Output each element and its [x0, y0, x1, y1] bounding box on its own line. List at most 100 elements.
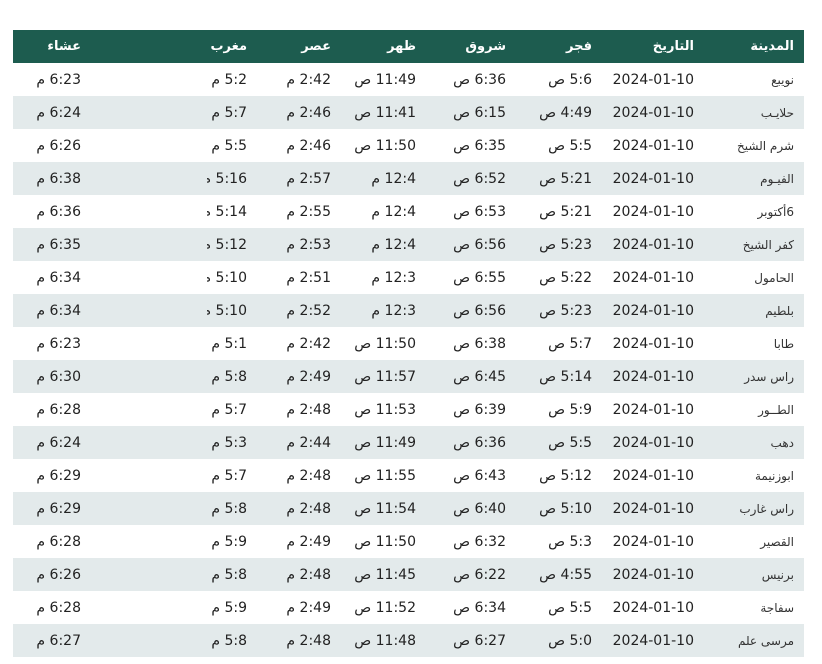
cell-isha: 6:26 م	[13, 558, 207, 591]
cell-dhuhr: 11:50 ص	[354, 533, 416, 550]
cell-date: 2024-01-10	[612, 71, 694, 88]
cell-asr: 2:44 م	[286, 434, 331, 451]
cell-maghrib: 5:14 م	[207, 203, 247, 220]
cell-isha: 6:38 م	[13, 162, 207, 195]
cell-city: نويبع	[771, 72, 794, 87]
cell-fajr: 5:23 ص	[539, 236, 592, 253]
cell-maghrib: 5:9 م	[211, 533, 247, 550]
cell-asr: 2:51 م	[286, 269, 331, 286]
prayer-times-table: المدينة التاريخ فجر شروق ظهر عصر مغرب عش…	[13, 30, 804, 657]
cell-asr: 2:42 م	[286, 71, 331, 88]
cell-asr: 2:46 م	[286, 137, 331, 154]
table-row: الطــور 2024-01-10 5:9 ص 6:39 ص 11:53 ص …	[13, 393, 804, 426]
cell-fajr: 5:23 ص	[539, 302, 592, 319]
cell-date: 2024-01-10	[612, 137, 694, 154]
table-row: سفاجة 2024-01-10 5:5 ص 6:34 ص 11:52 ص 2:…	[13, 591, 804, 624]
cell-city: كفر الشيخ	[742, 237, 794, 252]
cell-maghrib: 5:8 م	[211, 632, 247, 649]
cell-asr: 2:48 م	[286, 500, 331, 517]
cell-isha: 6:35 م	[13, 228, 207, 261]
cell-fajr: 5:9 ص	[548, 401, 592, 418]
cell-sunrise: 6:35 ص	[453, 137, 506, 154]
header-isha: عشاء	[13, 30, 207, 63]
cell-asr: 2:49 م	[286, 533, 331, 550]
table-row: القصير 2024-01-10 5:3 ص 6:32 ص 11:50 ص 2…	[13, 525, 804, 558]
cell-maghrib: 5:8 م	[211, 368, 247, 385]
cell-city: حلايـب	[760, 105, 794, 120]
cell-sunrise: 6:45 ص	[453, 368, 506, 385]
cell-date: 2024-01-10	[612, 599, 694, 616]
cell-sunrise: 6:53 ص	[453, 203, 506, 220]
cell-city: راس غارب	[739, 501, 794, 516]
cell-isha-value: 6:24 م	[36, 104, 81, 121]
table-row: شرم الشيخ 2024-01-10 5:5 ص 6:35 ص 11:50 …	[13, 129, 804, 162]
cell-isha-value: 6:29 م	[36, 500, 81, 517]
cell-date: 2024-01-10	[612, 368, 694, 385]
header-dhuhr: ظهر	[387, 39, 416, 54]
header-sunrise: شروق	[465, 39, 506, 54]
cell-asr: 2:49 م	[286, 368, 331, 385]
cell-asr: 2:53 م	[286, 236, 331, 253]
cell-asr: 2:49 م	[286, 599, 331, 616]
cell-isha-value: 6:28 م	[36, 401, 81, 418]
cell-date: 2024-01-10	[612, 401, 694, 418]
cell-date: 2024-01-10	[612, 203, 694, 220]
cell-fajr: 5:5 ص	[548, 137, 592, 154]
cell-isha-value: 6:30 م	[36, 368, 81, 385]
cell-date: 2024-01-10	[612, 566, 694, 583]
cell-maghrib: 5:10 م	[207, 269, 247, 286]
header-date: التاريخ	[652, 39, 694, 54]
cell-maghrib: 5:7 م	[211, 401, 247, 418]
cell-city: بلطيم	[765, 303, 794, 318]
header-fajr: فجر	[566, 39, 592, 54]
cell-maghrib: 5:7 م	[211, 104, 247, 121]
cell-dhuhr: 11:52 ص	[354, 599, 416, 616]
cell-fajr: 5:21 ص	[539, 203, 592, 220]
cell-sunrise: 6:55 ص	[453, 269, 506, 286]
prayer-times-table-container: المدينة التاريخ فجر شروق ظهر عصر مغرب عش…	[13, 30, 804, 657]
cell-city: راس سدر	[744, 369, 794, 384]
table-row: برنيس 2024-01-10 4:55 ص 6:22 ص 11:45 ص 2…	[13, 558, 804, 591]
header-maghrib: مغرب	[210, 39, 247, 54]
cell-fajr: 5:0 ص	[548, 632, 592, 649]
cell-asr: 2:42 م	[286, 335, 331, 352]
table-row: دهب 2024-01-10 5:5 ص 6:36 ص 11:49 ص 2:44…	[13, 426, 804, 459]
cell-sunrise: 6:34 ص	[453, 599, 506, 616]
cell-asr: 2:48 م	[286, 401, 331, 418]
cell-fajr: 5:6 ص	[548, 71, 592, 88]
cell-asr: 2:46 م	[286, 104, 331, 121]
cell-isha: 6:23 م	[13, 327, 207, 360]
cell-isha: 6:29 م	[13, 492, 207, 525]
cell-date: 2024-01-10	[612, 236, 694, 253]
table-body: نويبع 2024-01-10 5:6 ص 6:36 ص 11:49 ص 2:…	[13, 63, 804, 657]
cell-isha: 6:30 م	[13, 360, 207, 393]
cell-city: القصير	[760, 534, 794, 549]
cell-date: 2024-01-10	[612, 467, 694, 484]
cell-maghrib: 5:16 م	[207, 170, 247, 187]
cell-sunrise: 6:40 ص	[453, 500, 506, 517]
cell-asr: 2:48 م	[286, 467, 331, 484]
cell-isha: 6:28 م	[13, 525, 207, 558]
cell-fajr: 5:21 ص	[539, 170, 592, 187]
cell-isha-value: 6:24 م	[36, 434, 81, 451]
cell-maghrib: 5:5 م	[211, 137, 247, 154]
cell-maghrib: 5:8 م	[211, 566, 247, 583]
header-row: المدينة التاريخ فجر شروق ظهر عصر مغرب عش…	[13, 30, 804, 63]
cell-city: ابوزنيمة	[755, 468, 794, 483]
cell-isha-value: 6:28 م	[36, 533, 81, 550]
cell-dhuhr: 11:45 ص	[354, 566, 416, 583]
cell-date: 2024-01-10	[612, 533, 694, 550]
cell-fajr: 5:12 ص	[539, 467, 592, 484]
cell-maghrib: 5:2 م	[211, 71, 247, 88]
cell-isha: 6:24 م	[13, 426, 207, 459]
cell-asr: 2:57 م	[286, 170, 331, 187]
cell-maghrib: 5:8 م	[211, 500, 247, 517]
header-city: المدينة	[750, 39, 794, 54]
cell-fajr: 5:22 ص	[539, 269, 592, 286]
cell-sunrise: 6:52 ص	[453, 170, 506, 187]
cell-dhuhr: 11:54 ص	[354, 500, 416, 517]
cell-city: مرسى علم	[737, 633, 794, 648]
cell-sunrise: 6:39 ص	[453, 401, 506, 418]
cell-city: دهب	[770, 435, 794, 450]
header-asr: عصر	[301, 39, 331, 54]
